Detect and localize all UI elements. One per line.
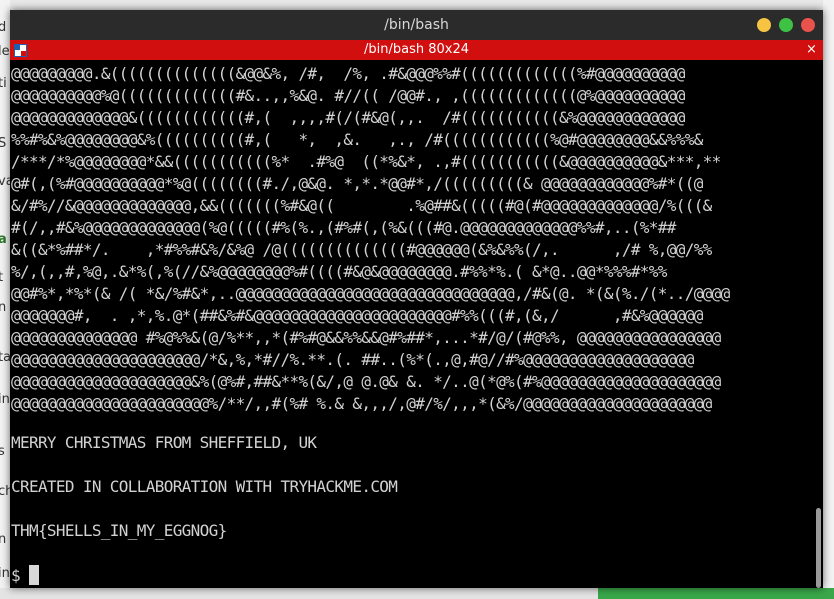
- tab-title: /bin/bash 80x24: [363, 42, 469, 57]
- tab-close-icon[interactable]: ×: [806, 42, 817, 57]
- terminal-message-credits: CREATED IN COLLABORATION WITH TRYHACKME.…: [11, 477, 398, 496]
- minimize-button[interactable]: [757, 18, 771, 32]
- edge-text: d: [0, 20, 7, 35]
- ascii-art-line: @@@@@@@@@@@@@@@@@@@@&%(@%#,##&**%(&/,@ @…: [11, 372, 721, 391]
- ascii-art-line: %/,(,,#,%@,.&*%(,%(//&%@@@@@@@@%#((((#&@…: [11, 262, 667, 281]
- terminal-window: /bin/bash /bin/bash 80x24 × @@@@@@@@@.&(…: [10, 10, 823, 588]
- ascii-art: @@@@@@@@@.&((((((((((((((&@@&%, /#, /%, …: [11, 63, 730, 415]
- ascii-art-line: #(/,,#&%@@@@@@@@@@@@@(%@(((((#%(%.,(#%#(…: [11, 218, 676, 237]
- edge-text: ch: [0, 484, 10, 499]
- edge-text: va: [0, 174, 10, 189]
- prompt-symbol: $: [11, 566, 21, 585]
- title-bar[interactable]: /bin/bash: [10, 10, 823, 40]
- edge-text: a: [0, 232, 7, 247]
- ascii-art-line: @@@@@@@@@@@@@&((((((((((((#,( ,,,,#(/(#&…: [11, 108, 685, 127]
- window-title: /bin/bash: [384, 17, 449, 33]
- edge-text: le: [0, 44, 10, 59]
- ascii-art-line: &((&*%##*/. ,*#%%#&%/&%@ /@(((((((((((((…: [11, 240, 712, 259]
- ascii-art-line: @@@@@@@@@@%@(((((((((((((#&..,,%&@. #//(…: [11, 86, 685, 105]
- edge-text: t: [0, 270, 4, 285]
- ascii-art-line: @@@@@@@@@@@@@@ #%@%%&(@/%**,,*(#%#@&&%%&…: [11, 328, 721, 347]
- ascii-art-line: /***/*%@@@@@@@@*&&(((((((((((%* .#%@ ((*…: [11, 152, 721, 171]
- edge-text: S: [0, 136, 7, 151]
- background-window-bottom-edge: [0, 588, 598, 599]
- edge-text: ti: [0, 76, 7, 91]
- ascii-art-line: @@#%*,*%*(& /( *&/%#&*,..@@@@@@@@@@@@@@@…: [11, 284, 730, 303]
- background-green-bar: [598, 588, 834, 599]
- ascii-art-line: @#(,(%#@@@@@@@@@@*%@((((((((#./,@&@. *,*…: [11, 174, 703, 193]
- command-prompt[interactable]: $: [11, 565, 39, 587]
- ascii-art-line: @@@@@@@@@@@@@@@@@@@@@/*&,%,*#//%.**.(. #…: [11, 350, 694, 369]
- background-window-right-edge: [823, 0, 834, 599]
- terminal-message-greeting: MERRY CHRISTMAS FROM SHEFFIELD, UK: [11, 433, 317, 452]
- terminal-tab[interactable]: /bin/bash 80x24 ×: [10, 40, 823, 60]
- terminal-screen[interactable]: @@@@@@@@@.&((((((((((((((&@@&%, /#, /%, …: [10, 60, 823, 588]
- edge-text: s: [0, 444, 5, 459]
- ascii-art-line: @@@@@@@@@.&((((((((((((((&@@&%, /#, /%, …: [11, 64, 685, 83]
- terminal-message-flag: THM{SHELLS_IN_MY_EGGNOG}: [11, 521, 227, 540]
- ascii-art-line: &/#%//&@@@@@@@@@@@@@,&&(((((((%#&@(( .%@…: [11, 196, 712, 215]
- background-window-edge: d le ti S va a t n ta in s ch n in: [0, 0, 10, 599]
- close-button[interactable]: [801, 18, 815, 32]
- edge-text: in: [0, 566, 10, 581]
- ascii-art-line: @@@@@@@#, . ,*,%.@*(##&%#&@@@@@@@@@@@@@@…: [11, 306, 703, 325]
- terminal-scrollbar[interactable]: [816, 508, 821, 588]
- ascii-art-line: @@@@@@@@@@@@@@@@@@@@@@%/**/,,#(%# %.& &,…: [11, 394, 712, 413]
- maximize-button[interactable]: [779, 18, 793, 32]
- edge-text: n: [0, 300, 7, 315]
- edge-text: in: [0, 392, 10, 407]
- ascii-art-line: %%#%&%@@@@@@@@&%((((((((((#,( *, ,&. ,.,…: [11, 130, 703, 149]
- text-cursor: [28, 565, 39, 585]
- edge-text: n: [0, 532, 7, 547]
- edge-text: ta: [0, 350, 10, 365]
